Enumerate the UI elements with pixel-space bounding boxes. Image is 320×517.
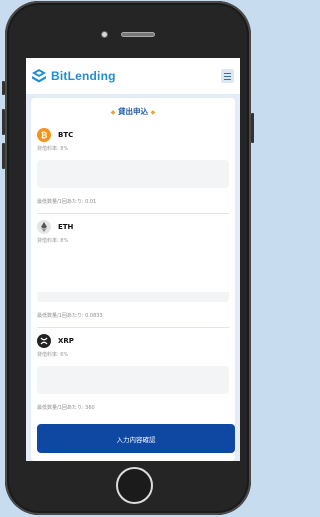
coin-section-btc: ₿ BTC 貸借料率: 8% 最低数量/1回あたり: 0.01: [37, 127, 229, 205]
phone-frame: BitLending ◆ 貸出申込 ◆ ₿ BTC 貸借料率: 8% 最低数量/…: [2, 1, 254, 515]
xrp-amount-input[interactable]: [37, 366, 229, 394]
power-button: [251, 113, 254, 143]
earpiece-speaker: [121, 32, 155, 37]
app-header: BitLending: [26, 58, 240, 94]
coin-symbol: XRP: [58, 337, 74, 345]
minimum-quantity: 最低数量/1回あたり: 360: [37, 405, 95, 411]
lending-rate: 貸借料率: 8%: [37, 238, 69, 244]
btc-amount-input[interactable]: [37, 160, 229, 188]
brand-logo[interactable]: BitLending: [31, 68, 116, 84]
minimum-quantity: 最低数量/1回あたり: 0.0833: [37, 313, 103, 319]
hamburger-menu-button[interactable]: [221, 69, 234, 83]
form-title: ◆ 貸出申込 ◆: [110, 107, 156, 116]
brand-name: BitLending: [51, 69, 116, 83]
ethereum-icon: [37, 220, 51, 234]
diamond-icon: ◆: [150, 109, 156, 116]
coin-section-eth: ETH 貸借料率: 8% 最低数量/1回あたり: 0.0833: [37, 219, 229, 319]
coin-symbol: ETH: [58, 223, 74, 231]
xrp-icon: [37, 334, 51, 348]
loan-application-form: ◆ 貸出申込 ◆ ₿ BTC 貸借料率: 8% 最低数量/1回あたり: 0.01: [31, 98, 235, 461]
home-button[interactable]: [116, 467, 153, 504]
confirm-input-button[interactable]: 入力内容確認: [37, 424, 235, 453]
volume-down-button: [2, 143, 5, 169]
diamond-icon: ◆: [110, 109, 116, 116]
hamburger-icon: [224, 72, 231, 74]
volume-up-button: [2, 109, 5, 135]
divider: [37, 213, 229, 214]
app-screen: BitLending ◆ 貸出申込 ◆ ₿ BTC 貸借料率: 8% 最低数量/…: [26, 58, 240, 461]
lending-rate: 貸借料率: 6%: [37, 352, 69, 358]
bitcoin-icon: ₿: [37, 128, 51, 142]
divider: [37, 327, 229, 328]
front-camera: [101, 31, 108, 38]
mute-switch: [2, 81, 5, 95]
bitlending-logo-icon: [32, 69, 46, 83]
coin-symbol: BTC: [58, 131, 74, 139]
eth-amount-input[interactable]: [37, 292, 229, 302]
lending-rate: 貸借料率: 8%: [37, 146, 69, 152]
minimum-quantity: 最低数量/1回あたり: 0.01: [37, 199, 97, 205]
coin-section-xrp: XRP 貸借料率: 6% 最低数量/1回あたり: 360: [37, 333, 229, 411]
